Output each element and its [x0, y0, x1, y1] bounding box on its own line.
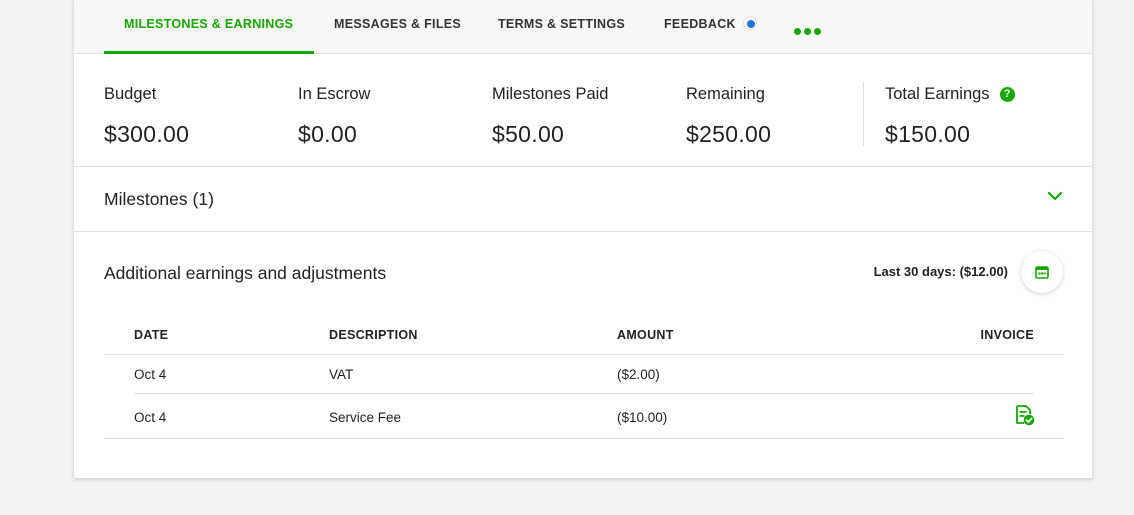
cell-date: Oct 4: [134, 367, 167, 382]
tab-milestones-earnings[interactable]: MILESTONES & EARNINGS: [104, 0, 314, 54]
stat-value: $0.00: [298, 121, 358, 147]
table-header: DATE DESCRIPTION AMOUNT INVOICE: [104, 320, 1064, 355]
stat-label: Total Earnings: [885, 84, 990, 103]
cell-amount: ($10.00): [617, 410, 668, 425]
stats-divider: [863, 82, 864, 146]
cell-description: VAT: [329, 367, 354, 382]
stat-label: In Escrow: [298, 84, 371, 103]
stat-escrow: In Escrow $0.00: [298, 84, 370, 148]
cell-amount: ($2.00): [617, 367, 660, 382]
stat-value: $150.00: [885, 121, 971, 147]
column-header-description: DESCRIPTION: [329, 328, 418, 342]
last-30-days-summary: Last 30 days: ($12.00): [873, 264, 1008, 279]
tab-feedback[interactable]: FEEDBACK: [664, 0, 757, 54]
tab-feedback-label: FEEDBACK: [664, 17, 736, 31]
section-title: Additional earnings and adjustments: [104, 263, 387, 283]
stat-value: $50.00: [492, 121, 565, 147]
table-row: Oct 4 Service Fee ($10.00): [104, 394, 1064, 439]
stat-value: $250.00: [686, 121, 772, 147]
column-header-date: DATE: [134, 328, 169, 342]
stat-label: Remaining: [686, 84, 765, 103]
stat-total-earnings: Total Earnings ? $150.00: [885, 84, 1015, 148]
tab-bar: MILESTONES & EARNINGS MESSAGES & FILES T…: [74, 0, 1092, 54]
chevron-down-icon[interactable]: [1046, 187, 1064, 205]
notification-dot-icon: [742, 16, 757, 30]
more-dots-icon[interactable]: [794, 28, 821, 35]
stat-remaining: Remaining $250.00: [686, 84, 771, 148]
cell-date: Oct 4: [134, 410, 167, 425]
stat-budget: Budget $300.00: [104, 84, 189, 148]
column-header-amount: AMOUNT: [617, 328, 674, 342]
contract-card: MILESTONES & EARNINGS MESSAGES & FILES T…: [73, 0, 1093, 478]
table-row: Oct 4 VAT ($2.00): [134, 355, 1034, 394]
milestones-section[interactable]: Milestones (1): [74, 167, 1092, 232]
cell-description: Service Fee: [329, 410, 402, 425]
help-icon[interactable]: ?: [999, 86, 1015, 102]
date-range-button[interactable]: [1021, 251, 1063, 293]
stat-label: Budget: [104, 84, 157, 103]
calendar-icon: [1035, 266, 1049, 279]
tab-terms-settings[interactable]: TERMS & SETTINGS: [498, 0, 625, 54]
stats-bar: Budget $300.00 In Escrow $0.00 Milestone…: [74, 54, 1092, 167]
stat-value: $300.00: [104, 121, 190, 147]
milestones-title: Milestones (1): [104, 189, 214, 209]
adjustments-table: DATE DESCRIPTION AMOUNT INVOICE Oct 4 VA…: [104, 320, 1064, 439]
tab-messages-files[interactable]: MESSAGES & FILES: [334, 0, 461, 54]
stat-milestones-paid: Milestones Paid $50.00: [492, 84, 608, 148]
column-header-invoice: INVOICE: [980, 328, 1034, 342]
stat-label: Milestones Paid: [492, 84, 609, 103]
invoice-check-icon[interactable]: [1013, 404, 1035, 426]
